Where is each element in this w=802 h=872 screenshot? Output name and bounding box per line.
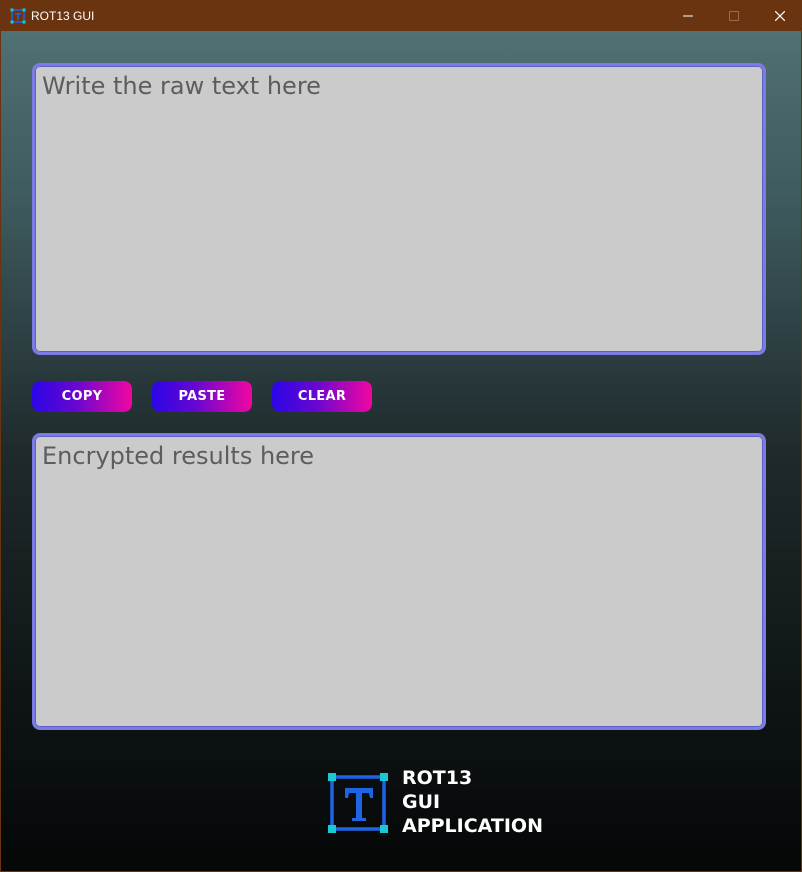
maximize-icon	[729, 11, 739, 21]
minimize-icon	[683, 15, 693, 17]
encrypted-results-output[interactable]: Encrypted results here	[32, 433, 766, 730]
clear-button[interactable]: CLEAR	[272, 381, 372, 412]
window-title: ROT13 GUI	[31, 9, 95, 23]
app-logo-text: ROT13 GUI APPLICATION	[402, 766, 543, 838]
close-icon	[775, 11, 785, 21]
close-button[interactable]	[757, 1, 801, 31]
raw-text-placeholder: Write the raw text here	[42, 72, 321, 100]
raw-text-input[interactable]: Write the raw text here	[32, 63, 766, 355]
copy-button[interactable]: COPY	[32, 381, 132, 412]
title-bar[interactable]: ROT13 GUI	[1, 1, 801, 31]
encrypted-results-placeholder: Encrypted results here	[42, 442, 315, 470]
logo-line-gui: GUI	[402, 791, 441, 813]
app-window: ROT13 GUI Write the raw text here COPY P…	[0, 0, 802, 872]
paste-button[interactable]: PASTE	[152, 381, 252, 412]
text-tool-logo-icon	[328, 773, 388, 833]
logo-line-rot13: ROT13	[402, 767, 473, 789]
rot13-app-icon	[10, 8, 26, 24]
maximize-button[interactable]	[711, 1, 757, 31]
logo-line-application: APPLICATION	[402, 815, 543, 837]
minimize-button[interactable]	[665, 1, 711, 31]
